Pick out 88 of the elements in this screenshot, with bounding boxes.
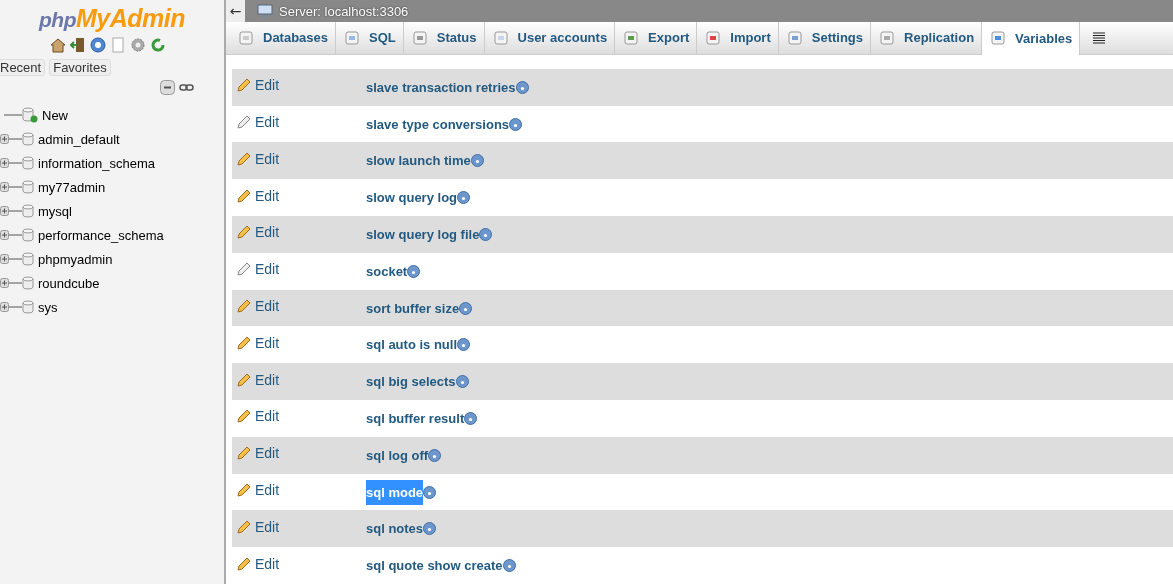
help-icon[interactable] <box>455 375 469 389</box>
menu-icon[interactable] <box>1092 31 1107 44</box>
edit-link[interactable]: Edit <box>236 224 366 241</box>
new-database-icon[interactable] <box>22 107 38 123</box>
logo[interactable]: phpMyAdmin <box>39 4 185 33</box>
edit-link[interactable]: Edit <box>236 114 366 131</box>
edit-link[interactable]: Edit <box>236 482 366 498</box>
help-icon[interactable] <box>479 227 493 241</box>
edit-link[interactable]: Edit <box>236 408 366 425</box>
variable-name: sql big selects <box>366 374 456 390</box>
edit-link[interactable]: Edit <box>236 298 366 314</box>
back-button[interactable]: ← <box>226 0 245 22</box>
database-link[interactable]: phpmyadmin <box>38 251 113 267</box>
help-icon[interactable] <box>407 264 421 278</box>
help-icon[interactable] <box>515 80 529 94</box>
help-icon[interactable] <box>423 522 437 536</box>
database-link[interactable]: mysql <box>38 203 72 219</box>
home-icon[interactable] <box>50 37 66 53</box>
variable-name: sort buffer size <box>366 300 460 316</box>
expand-icon[interactable] <box>0 205 22 217</box>
database-icon <box>22 180 34 194</box>
sidebar-tab[interactable]: Recent <box>0 59 46 76</box>
expand-icon[interactable] <box>0 133 22 145</box>
database-icon <box>22 156 34 170</box>
help-icon[interactable] <box>470 154 484 168</box>
variable-name: slow launch time <box>366 153 471 169</box>
database-icon <box>22 228 34 242</box>
nav-tab[interactable]: Settings <box>778 22 872 54</box>
server-link[interactable]: Server: localhost:3306 <box>279 3 409 19</box>
database-icon <box>22 132 34 146</box>
database-link[interactable]: information_schema <box>38 155 156 171</box>
expand-icon[interactable] <box>0 253 22 265</box>
nav-tab[interactable]: Databases <box>230 22 337 54</box>
server-icon <box>257 4 273 18</box>
expand-icon[interactable] <box>0 301 22 313</box>
help-icon[interactable] <box>464 411 478 425</box>
nav-tab[interactable]: User accounts <box>484 22 616 54</box>
variable-name: sql auto is null <box>366 337 457 353</box>
help-icon[interactable] <box>509 117 523 131</box>
database-link[interactable]: performance_schema <box>38 227 164 243</box>
database-link[interactable]: my77admin <box>38 179 106 195</box>
variable-name: slave type conversions <box>366 116 510 132</box>
help-icon[interactable] <box>502 559 516 573</box>
nav-tab[interactable]: Export <box>615 22 698 54</box>
expand-icon[interactable] <box>0 277 22 289</box>
edit-link[interactable]: Edit <box>236 334 366 351</box>
nav-tab[interactable]: SQL <box>336 22 404 54</box>
variable-name: sql log off <box>366 447 429 463</box>
database-link[interactable]: admin_default <box>38 131 120 147</box>
database-icon <box>22 300 34 314</box>
edit-link[interactable]: Edit <box>236 77 366 94</box>
help-icon[interactable] <box>457 338 470 352</box>
variable-name: slow query log <box>366 190 457 206</box>
variable-name: sql notes <box>366 521 424 537</box>
database-icon <box>22 276 34 290</box>
help-icon[interactable] <box>90 37 106 53</box>
edit-link[interactable]: Edit <box>236 371 366 388</box>
variable-name: socket <box>366 263 408 279</box>
help-icon[interactable] <box>457 191 470 205</box>
help-icon[interactable] <box>423 485 437 499</box>
expand-icon[interactable] <box>0 229 22 241</box>
database-link[interactable]: New <box>42 107 68 123</box>
nav-tab[interactable]: Status <box>403 22 485 54</box>
exit-icon[interactable] <box>70 37 86 53</box>
help-icon[interactable] <box>459 301 473 315</box>
database-icon <box>22 252 34 266</box>
database-link[interactable]: sys <box>38 299 58 315</box>
variable-name: slow query log file <box>366 226 480 242</box>
edit-link[interactable]: Edit <box>236 150 366 167</box>
help-icon[interactable] <box>428 448 442 462</box>
edit-link[interactable]: Edit <box>236 187 366 204</box>
nav-tab[interactable]: Variables <box>982 22 1081 55</box>
variable-name: sql quote show create <box>366 558 503 574</box>
variable-name: slave transaction retries <box>366 79 516 95</box>
variable-name: sql mode <box>366 479 424 505</box>
edit-link[interactable]: Edit <box>236 445 366 462</box>
sidebar-tab[interactable]: Favorites <box>49 59 111 76</box>
variable-name: sql buffer result <box>366 410 465 426</box>
edit-link[interactable]: Edit <box>236 518 366 535</box>
expand-icon[interactable] <box>0 157 22 169</box>
edit-link[interactable]: Edit <box>236 261 366 278</box>
database-link[interactable]: roundcube <box>38 275 100 291</box>
nav-tab[interactable]: Import <box>697 22 779 54</box>
reload-icon[interactable] <box>150 37 166 53</box>
expand-icon[interactable] <box>0 181 22 193</box>
database-icon <box>22 204 34 218</box>
edit-link[interactable]: Edit <box>236 555 366 572</box>
collapse-icon[interactable] <box>160 80 175 95</box>
